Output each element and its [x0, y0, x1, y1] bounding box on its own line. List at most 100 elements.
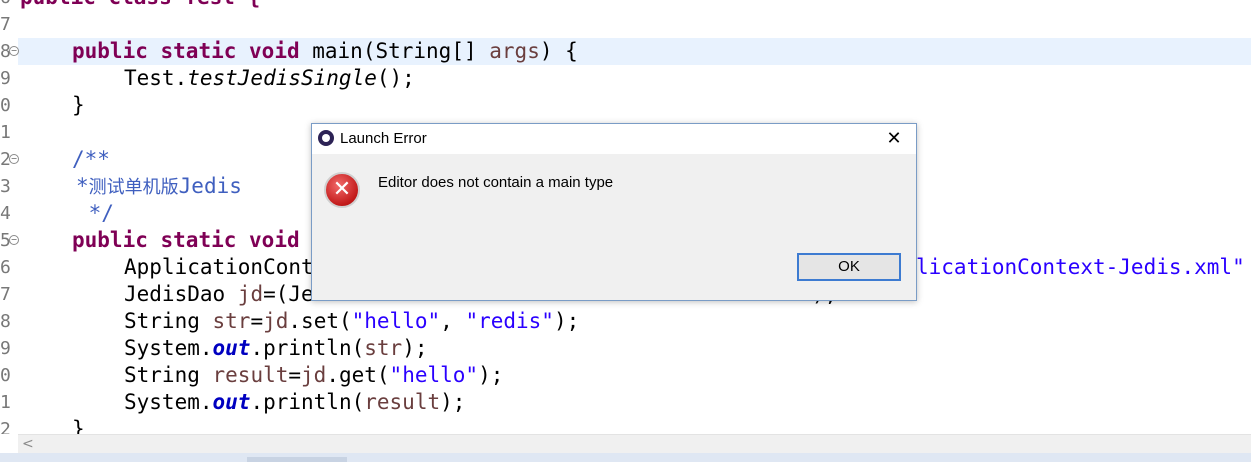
line-number: 0 — [0, 95, 10, 116]
code-token: } — [72, 417, 85, 434]
code-token: .println( — [250, 336, 365, 360]
close-icon[interactable]: ✕ — [872, 124, 916, 154]
code-token: str — [364, 336, 403, 360]
code-token: args — [489, 39, 540, 63]
code-token: ) { — [539, 39, 578, 63]
code-line: String str=jd.set("hello", "redis"); — [124, 308, 579, 335]
line-number-gutter: 6 7 8 − 9 0 1 2 − 3 4 5 − 6 7 8 9 0 1 2 — [0, 0, 19, 434]
code-token: (); — [376, 66, 415, 90]
line-number: 6 — [0, 0, 10, 11]
code-line: ApplicationCont — [124, 254, 314, 281]
code-line: JedisDao jd=(Je — [124, 281, 314, 308]
line-number: 7 — [0, 14, 10, 35]
line-number: 8 — [0, 311, 10, 332]
code-line: System.out.println(result); — [124, 389, 465, 416]
code-line: public static void — [72, 227, 300, 254]
code-line: Test.testJedisSingle(); — [124, 65, 415, 92]
line-number: 0 — [0, 365, 10, 386]
code-token: public — [72, 39, 148, 63]
code-token: ); — [440, 390, 466, 414]
line-number: 6 — [0, 257, 10, 278]
code-token: testJedisSingle — [187, 66, 377, 90]
code-token: jd — [237, 282, 264, 306]
line-number: 2 — [0, 419, 10, 434]
class-declaration: public class Test { — [20, 0, 260, 9]
code-token: String — [124, 309, 213, 333]
dialog-title: Launch Error — [340, 130, 427, 147]
strip-thumb — [247, 457, 347, 462]
code-token: jd — [263, 309, 289, 333]
code-token: System. — [124, 390, 213, 414]
code-line: } — [72, 416, 85, 434]
code-line: /** — [72, 146, 110, 173]
code-token: static — [160, 39, 237, 63]
line-number: 3 — [0, 176, 10, 197]
code-line: licationContext-Jedis.xml" — [916, 254, 1245, 281]
string-token: "hello" — [389, 363, 479, 387]
code-token: ); — [402, 336, 428, 360]
comment-token: 测试单机版 — [88, 177, 179, 198]
code-line: } — [72, 92, 85, 119]
code-line: System.out.println(str); — [124, 335, 427, 362]
scroll-left-icon[interactable]: < — [22, 435, 34, 453]
code-token: ); — [478, 363, 504, 387]
fold-toggle-icon[interactable]: − — [9, 46, 19, 56]
code-token: main(String[] — [299, 39, 490, 63]
code-token: void — [249, 39, 300, 63]
error-icon: ✕ — [324, 172, 360, 208]
fold-toggle-icon[interactable]: − — [9, 154, 19, 164]
code-token: out — [212, 390, 251, 414]
code-token: = — [288, 363, 302, 387]
comment-token: /** — [72, 147, 110, 171]
code-token: String — [124, 363, 213, 387]
code-line: String result=jd.get("hello"); — [124, 362, 503, 389]
line-number: 9 — [0, 338, 10, 359]
fold-toggle-icon[interactable]: − — [9, 235, 19, 245]
code-token: System. — [124, 336, 213, 360]
code-token: .println( — [250, 390, 365, 414]
code-token: , — [440, 309, 466, 333]
launch-error-dialog: Launch Error ✕ ✕ Editor does not contain… — [311, 123, 917, 301]
code-token: = — [250, 309, 264, 333]
code-token: ); — [553, 309, 580, 333]
code-token: static — [160, 228, 237, 252]
line-number: 4 — [0, 203, 10, 224]
code-line: *测试单机版Jedis — [76, 173, 242, 200]
code-token: result — [212, 363, 289, 387]
error-glyph: ✕ — [332, 177, 352, 202]
code-token: .set( — [288, 309, 352, 333]
comment-token: * — [76, 174, 89, 198]
status-strip — [0, 453, 1251, 462]
code-token: .get( — [326, 363, 390, 387]
line-number: 1 — [0, 392, 10, 413]
code-line: public class Test { — [20, 0, 260, 11]
string-token: licationContext-Jedis.xml" — [916, 255, 1245, 279]
code-token: =(Je — [263, 282, 314, 306]
horizontal-scrollbar[interactable]: < — [18, 434, 1251, 453]
dialog-titlebar[interactable]: Launch Error ✕ — [312, 124, 916, 154]
line-number: 7 — [0, 284, 10, 305]
code-token: str — [212, 309, 251, 333]
code-token: void — [249, 228, 300, 252]
string-token: "redis" — [465, 309, 554, 333]
code-token: out — [212, 336, 251, 360]
ok-button[interactable]: OK — [797, 253, 901, 281]
line-number: 9 — [0, 68, 10, 89]
comment-token: */ — [76, 201, 114, 225]
code-token: Test. — [124, 66, 188, 90]
string-token: "hello" — [351, 309, 441, 333]
error-message: Editor does not contain a main type — [378, 174, 614, 191]
code-token: } — [72, 93, 85, 117]
code-token: jd — [301, 363, 327, 387]
comment-token: Jedis — [178, 174, 242, 198]
eclipse-app-icon — [318, 130, 334, 146]
code-token: JedisDao — [124, 282, 238, 306]
code-token: ApplicationCont — [124, 255, 314, 279]
code-line: public static void main(String[] args) { — [72, 38, 578, 65]
code-line: */ — [76, 200, 114, 227]
line-number: 1 — [0, 122, 10, 143]
